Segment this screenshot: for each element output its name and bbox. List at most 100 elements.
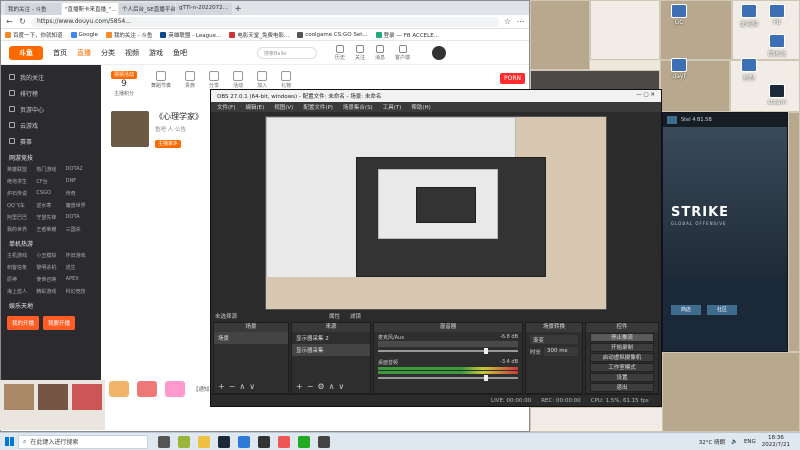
app-icon[interactable] [178, 435, 190, 448]
transition-type-select[interactable]: 渐变 [530, 335, 578, 344]
game-link[interactable]: 魔兽世界 [66, 202, 95, 209]
game-link[interactable]: 三国杀 [66, 226, 95, 233]
desktop-icon-control[interactable]: 控制 [738, 58, 760, 82]
stat-noble[interactable]: 贵族 [185, 71, 195, 89]
desktop-icon-this-pc[interactable]: 此电脑 [738, 4, 760, 28]
steam-icon[interactable] [218, 435, 230, 448]
duration-input[interactable]: 300 ms [544, 347, 578, 356]
source-dock-controls[interactable]: +−⚙∧∨ [296, 382, 348, 391]
source-item[interactable]: 显示器采集 [292, 344, 370, 356]
menu-icon[interactable]: ⋯ [516, 17, 525, 26]
game-link[interactable]: APEX [66, 276, 95, 283]
game-link[interactable]: 怀旧游戏 [66, 252, 95, 259]
nav-category[interactable]: 分类 [101, 48, 115, 58]
game-link[interactable]: 科幻竞技 [66, 288, 95, 295]
game-link[interactable]: CSGO [36, 190, 65, 197]
game-link[interactable]: 绝地求生 [7, 178, 36, 185]
volume-fader[interactable] [378, 348, 518, 354]
browser-tab[interactable]: gTTl-n-2022072… [176, 3, 232, 15]
nav-home[interactable]: 首页 [53, 48, 67, 58]
browser-tab[interactable]: 我的关注 - 斗鱼 [5, 3, 61, 15]
community-button[interactable]: 社区 [707, 305, 737, 315]
steam-logo-icon[interactable] [667, 116, 677, 124]
filters-button[interactable]: 滤镜 [350, 312, 361, 320]
obs-preview-canvas[interactable] [265, 116, 607, 310]
go-live-button[interactable]: 我要开播 [43, 316, 76, 330]
stat-share[interactable]: 分享 [209, 71, 219, 89]
stop-streaming-button[interactable]: 停止推流 [590, 333, 654, 342]
nav-video[interactable]: 视频 [125, 48, 139, 58]
game-link[interactable]: 热门游戏 [36, 166, 65, 173]
weather[interactable]: 32°C 晴朗 [699, 438, 725, 446]
language-indicator[interactable]: ENG [744, 439, 756, 445]
bookmark-item[interactable]: 登录 — FB ACCELE... [375, 31, 439, 39]
app-icon[interactable] [278, 435, 290, 448]
scene-dock-controls[interactable]: +−∧∨ [218, 382, 259, 391]
menu-edit[interactable]: 编辑(E) [245, 103, 264, 111]
game-link[interactable]: 小丑模拟 [36, 252, 65, 259]
desktop-icon-steam[interactable]: steam [766, 84, 788, 106]
volume-icon[interactable]: 🔈 [731, 439, 738, 445]
task-view-icon[interactable] [158, 435, 170, 448]
desktop-icon-gc[interactable]: GC [668, 4, 690, 26]
bookmark-item[interactable]: 百度一下，你就知道 [5, 31, 63, 39]
client-icon[interactable]: 客户端 [395, 44, 410, 61]
gift-item[interactable] [109, 381, 129, 397]
game-link[interactable]: 逆水寒 [36, 202, 65, 209]
exit-button[interactable]: 退出 [590, 383, 654, 392]
room-tag[interactable]: 主播家乡 [155, 140, 182, 148]
menu-tools[interactable]: 工具(T) [383, 103, 402, 111]
start-virtual-camera-button[interactable]: 启动虚拟摄像机 [590, 353, 654, 362]
game-link[interactable]: CF台 [36, 178, 65, 185]
browser-tab[interactable]: 个人后台_SE直播平台 - 斗鱼… [119, 3, 175, 15]
gift-item[interactable] [165, 381, 185, 397]
sidebar-item-follow[interactable]: 我的关注 [1, 69, 101, 85]
sidebar-item-rank[interactable]: 排行榜 [1, 85, 101, 101]
history-icon[interactable]: 历史 [335, 44, 345, 61]
start-button[interactable] [0, 433, 18, 450]
game-link[interactable]: 逃生 [66, 264, 95, 271]
menu-file[interactable]: 文件(F) [217, 103, 235, 111]
menu-scene-collection[interactable]: 场景集合(S) [343, 103, 373, 111]
game-link[interactable]: DOTA2 [66, 166, 95, 173]
room-thumbnail[interactable] [111, 111, 149, 147]
game-link[interactable]: 王者荣耀 [36, 226, 65, 233]
bookmark-item[interactable]: coolgame CS:GO Set... [297, 31, 368, 38]
bookmark-item[interactable]: Google [70, 31, 98, 38]
game-link[interactable]: 炉石传说 [7, 190, 36, 197]
stat-points[interactable]: 猜猜活动 9 主播积分 [111, 71, 138, 97]
sidebar-item-cloudgame[interactable]: 云游戏 [1, 117, 101, 133]
star-icon[interactable]: ☆ [503, 17, 512, 26]
game-link[interactable]: 英雄联盟 [7, 166, 36, 173]
game-link[interactable]: 原神 [7, 276, 36, 283]
game-link[interactable]: 阿里巴巴 [7, 214, 36, 221]
sidebar-item-webgames[interactable]: 页游中心 [1, 101, 101, 117]
game-link[interactable]: 精彩游戏 [36, 288, 65, 295]
clock[interactable]: 18:36 2022/7/21 [762, 435, 790, 449]
gift-item[interactable] [137, 381, 157, 397]
nav-games[interactable]: 游戏 [149, 48, 163, 58]
game-link[interactable]: 海上蓝人 [7, 288, 36, 295]
avatar[interactable] [432, 45, 447, 60]
volume-fader[interactable] [378, 375, 518, 381]
sidebar-item-events[interactable]: 赛事 [1, 133, 101, 149]
game-link[interactable]: 黎明杀机 [36, 264, 65, 271]
taskbar-search-input[interactable]: ⌕ 在此键入进行搜索 [18, 434, 148, 449]
source-item[interactable]: 显示器采集 2 [292, 332, 370, 344]
game-link[interactable]: 传奇 [66, 190, 95, 197]
window-controls[interactable]: — ▢ ✕ [636, 92, 655, 100]
game-link[interactable]: 守望先锋 [36, 214, 65, 221]
menu-view[interactable]: 视图(V) [274, 103, 293, 111]
studio-mode-button[interactable]: 工作室模式 [590, 363, 654, 372]
site-search-input[interactable]: 搜索Balle [257, 46, 317, 59]
edge-icon[interactable] [238, 435, 250, 448]
game-link[interactable]: QQ飞车 [7, 202, 36, 209]
nav-fishbar[interactable]: 鱼吧 [173, 48, 187, 58]
game-link[interactable]: 我的世界 [7, 226, 36, 233]
refresh-icon[interactable]: ↻ [18, 17, 27, 26]
desktop-icon-dayf[interactable]: dayf [668, 58, 690, 80]
scene-item[interactable]: 场景 [214, 332, 288, 344]
desktop-icon-recycle-bin[interactable]: 回收站 [766, 34, 788, 58]
bookmark-item[interactable]: 英雄联盟 - League... [160, 31, 221, 39]
my-live-button[interactable]: 我的开播 [7, 316, 40, 330]
